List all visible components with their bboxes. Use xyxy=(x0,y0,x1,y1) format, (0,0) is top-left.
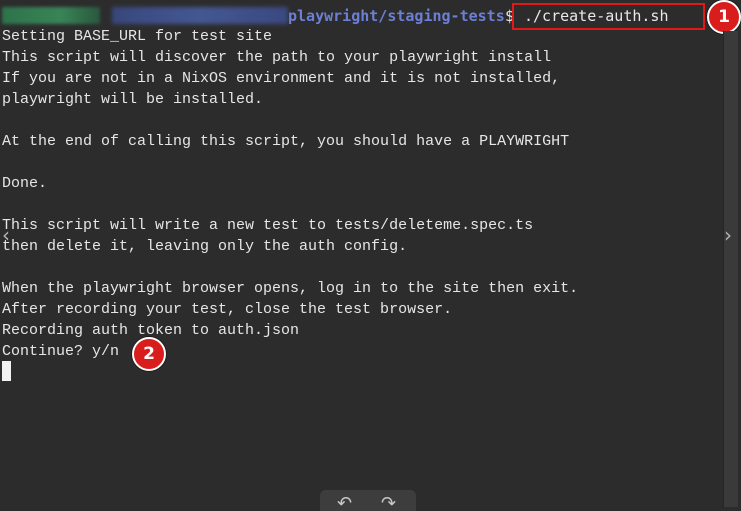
output-line: Recording auth token to auth.json xyxy=(2,322,300,339)
terminal-output: Setting BASE_URL for test site This scrip… xyxy=(2,26,578,362)
redacted-path-prefix xyxy=(112,7,288,24)
output-line: Setting BASE_URL for test site xyxy=(2,28,273,45)
bottom-toolbar xyxy=(320,490,416,511)
annotation-badge-1: 1 xyxy=(707,0,741,34)
redo-icon[interactable]: ↷ xyxy=(381,495,396,511)
output-line: This script will discover the path to yo… xyxy=(2,49,552,66)
output-line: This script will write a new test to tes… xyxy=(2,217,534,234)
annotation-badge-2: 2 xyxy=(132,337,166,371)
undo-icon[interactable]: ↶ xyxy=(337,495,352,511)
chevron-right-icon[interactable]: › xyxy=(724,225,732,245)
chevron-left-icon[interactable]: ‹ xyxy=(2,225,10,245)
terminal-window[interactable]: playwright/staging-tests $ ./create-auth… xyxy=(0,0,741,511)
output-line: then delete it, leaving only the auth co… xyxy=(2,238,408,255)
text-cursor[interactable] xyxy=(2,361,11,381)
prompt-path: playwright/staging-tests xyxy=(288,7,505,25)
scrollbar[interactable] xyxy=(723,31,738,507)
continue-prompt: Continue? y/n xyxy=(2,343,120,360)
output-line: playwright will be installed. xyxy=(2,91,264,108)
output-line: At the end of calling this script, you s… xyxy=(2,133,570,150)
output-line: Done. xyxy=(2,175,48,192)
output-line: After recording your test, close the tes… xyxy=(2,301,453,318)
redacted-username xyxy=(2,7,100,24)
output-line: When the playwright browser opens, log i… xyxy=(2,280,579,297)
output-line: If you are not in a NixOS environment an… xyxy=(2,70,561,87)
